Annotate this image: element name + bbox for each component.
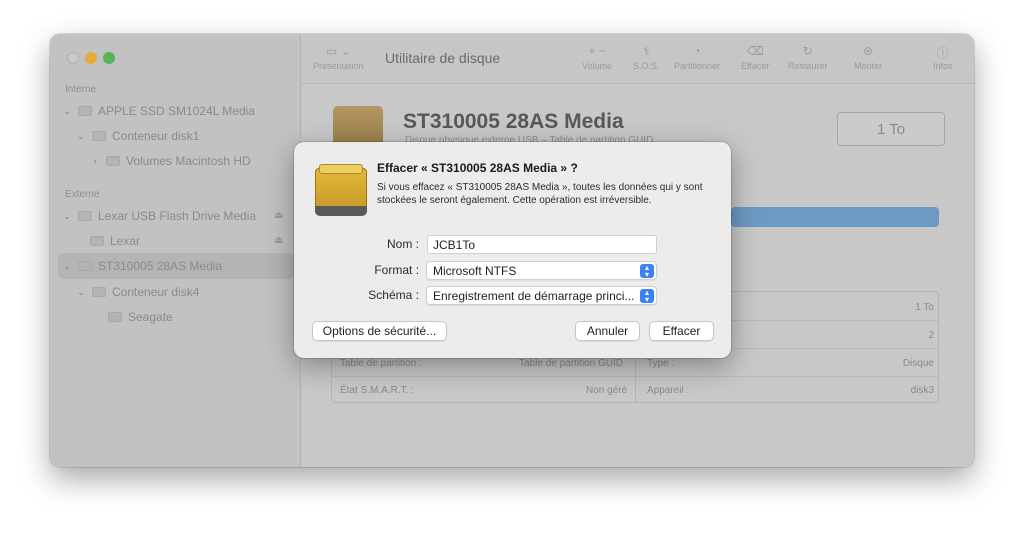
info-value-device: disk3 bbox=[910, 385, 934, 396]
info-value-partition-table: Table de partition GUID bbox=[519, 358, 623, 369]
sidebar-section-external: Externe bbox=[65, 189, 100, 200]
format-popup[interactable]: Microsoft NTFS ▴ ▾ bbox=[426, 261, 657, 280]
sidebar-item-macintosh-hd[interactable]: › Volumes Macintosh HD bbox=[90, 154, 251, 168]
info-row-divider bbox=[332, 376, 938, 377]
toolbar-label: S.O.S. bbox=[633, 61, 660, 71]
chevron-right-icon[interactable]: › bbox=[90, 156, 100, 166]
minimize-window-button[interactable] bbox=[85, 52, 97, 64]
external-drive-icon bbox=[78, 261, 92, 271]
info-icon: ⓘ bbox=[936, 46, 949, 60]
dialog-message: Si vous effacez « ST310005 28AS Media »,… bbox=[377, 182, 703, 206]
toolbar: ▭ ⌄ Présentation Utilitaire de disque + … bbox=[301, 34, 974, 84]
stethoscope-icon: ⚕ bbox=[643, 44, 650, 58]
sidebar-icon: ▭ ⌄ bbox=[325, 44, 351, 58]
format-label: Format : bbox=[374, 263, 419, 277]
container-icon bbox=[92, 287, 106, 297]
sidebar-item-label: APPLE SSD SM1024L Media bbox=[98, 104, 255, 118]
sidebar-item-container-disk4[interactable]: ⌄ Conteneur disk4 bbox=[76, 285, 199, 299]
sidebar: Interne ⌄ APPLE SSD SM1024L Media ⌄ Cont… bbox=[50, 34, 301, 467]
info-label-smart: État S.M.A.R.T. : bbox=[340, 385, 414, 396]
sidebar-item-st310005[interactable]: ⌄ ST310005 28AS Media bbox=[62, 259, 222, 273]
container-icon bbox=[92, 131, 106, 141]
chevron-down-icon[interactable]: ⌄ bbox=[62, 211, 72, 222]
presentation-button[interactable]: ▭ ⌄ Présentation bbox=[313, 44, 364, 71]
info-button[interactable]: ⓘ Infos bbox=[933, 44, 953, 71]
toolbar-label: Partitionner bbox=[674, 61, 721, 71]
sidebar-item-apple-ssd[interactable]: ⌄ APPLE SSD SM1024L Media bbox=[62, 104, 255, 118]
zoom-window-button[interactable] bbox=[103, 52, 115, 64]
info-right-value-capacity: 1 To bbox=[915, 302, 934, 313]
name-label: Nom : bbox=[386, 237, 419, 251]
restore-icon: ↻ bbox=[802, 44, 813, 58]
eject-icon[interactable]: ⏏ bbox=[274, 210, 283, 221]
cancel-button[interactable]: Annuler bbox=[575, 321, 640, 341]
eject-icon[interactable]: ⏏ bbox=[274, 235, 283, 246]
disk-name: ST310005 28AS Media bbox=[403, 110, 624, 133]
sidebar-item-label: Conteneur disk1 bbox=[112, 129, 200, 143]
sidebar-item-label: Lexar bbox=[110, 234, 141, 248]
toolbar-label: Infos bbox=[933, 61, 953, 71]
scheme-label: Schéma : bbox=[368, 288, 419, 302]
usage-bar bbox=[731, 207, 939, 227]
info-value-type: Disque bbox=[902, 358, 934, 369]
popup-stepper-icon: ▴ ▾ bbox=[640, 264, 654, 279]
security-options-button[interactable]: Options de sécurité... bbox=[312, 321, 447, 341]
toolbar-label: Restaurer bbox=[788, 61, 828, 71]
window-controls bbox=[67, 52, 115, 64]
erase-button[interactable]: Effacer bbox=[649, 321, 714, 341]
window-title: Utilitaire de disque bbox=[385, 50, 501, 66]
sidebar-section-internal: Interne bbox=[65, 84, 97, 95]
sidebar-item-lexar[interactable]: Lexar bbox=[90, 234, 140, 248]
chevron-down-icon[interactable]: ⌄ bbox=[76, 287, 86, 298]
scheme-popup[interactable]: Enregistrement de démarrage princi... ▴ ▾ bbox=[426, 286, 657, 305]
sidebar-item-label: Seagate bbox=[128, 310, 173, 324]
sidebar-item-container-disk1[interactable]: ⌄ Conteneur disk1 bbox=[76, 129, 199, 143]
dialog-title: Effacer « ST310005 28AS Media » ? bbox=[377, 161, 578, 175]
scheme-value: Enregistrement de démarrage princi... bbox=[433, 289, 635, 303]
info-label-type: Type : bbox=[647, 358, 675, 369]
popup-stepper-icon: ▴ ▾ bbox=[640, 289, 654, 304]
volume-icon bbox=[106, 156, 120, 166]
info-label-partition-table: Table de partition : bbox=[340, 358, 422, 369]
mount-button[interactable]: ⊛ Monter bbox=[854, 44, 882, 71]
capacity-box: 1 To bbox=[837, 112, 945, 146]
sidebar-item-lexar-media[interactable]: ⌄ Lexar USB Flash Drive Media bbox=[62, 209, 256, 223]
plus-minus-icon: + − bbox=[588, 44, 606, 58]
volume-icon bbox=[90, 236, 104, 246]
volume-button[interactable]: + − Volume bbox=[582, 44, 612, 71]
toolbar-label: Effacer bbox=[741, 61, 770, 71]
info-right-value-count: 2 bbox=[928, 330, 934, 341]
toolbar-label: Monter bbox=[854, 61, 883, 71]
mount-icon: ⊛ bbox=[862, 44, 874, 58]
pie-icon: ◔ bbox=[693, 44, 701, 58]
info-value-smart: Non géré bbox=[586, 385, 628, 396]
first-aid-button[interactable]: ⚕ S.O.S. bbox=[633, 44, 660, 71]
info-label-device: Appareil : bbox=[647, 385, 690, 396]
internal-drive-icon bbox=[78, 106, 92, 116]
format-value: Microsoft NTFS bbox=[433, 264, 517, 278]
restore-button[interactable]: ↻ Restaurer bbox=[788, 44, 828, 71]
close-window-button[interactable] bbox=[67, 52, 79, 64]
toolbar-label: Présentation bbox=[313, 61, 364, 71]
sidebar-item-label: Conteneur disk4 bbox=[112, 285, 200, 299]
volume-icon bbox=[108, 312, 122, 322]
sidebar-item-label: Volumes Macintosh HD bbox=[126, 154, 251, 168]
chevron-down-icon[interactable]: ⌄ bbox=[62, 106, 72, 117]
partition-button[interactable]: ◔ Partitionner bbox=[674, 44, 720, 71]
erase-dialog: Effacer « ST310005 28AS Media » ? Si vou… bbox=[294, 142, 731, 358]
sidebar-item-label: Lexar USB Flash Drive Media bbox=[98, 209, 257, 223]
toolbar-label: Volume bbox=[582, 61, 613, 71]
erase-icon: ⌫ bbox=[746, 44, 764, 58]
sidebar-item-label: ST310005 28AS Media bbox=[98, 259, 223, 273]
sidebar-item-seagate[interactable]: Seagate bbox=[108, 310, 173, 324]
external-drive-icon bbox=[78, 211, 92, 221]
chevron-down-icon[interactable]: ⌄ bbox=[62, 261, 72, 272]
name-field[interactable]: JCB1To bbox=[427, 235, 657, 254]
external-drive-icon bbox=[315, 162, 367, 216]
chevron-down-icon[interactable]: ⌄ bbox=[76, 131, 86, 142]
erase-toolbar-button[interactable]: ⌫ Effacer bbox=[741, 44, 769, 71]
